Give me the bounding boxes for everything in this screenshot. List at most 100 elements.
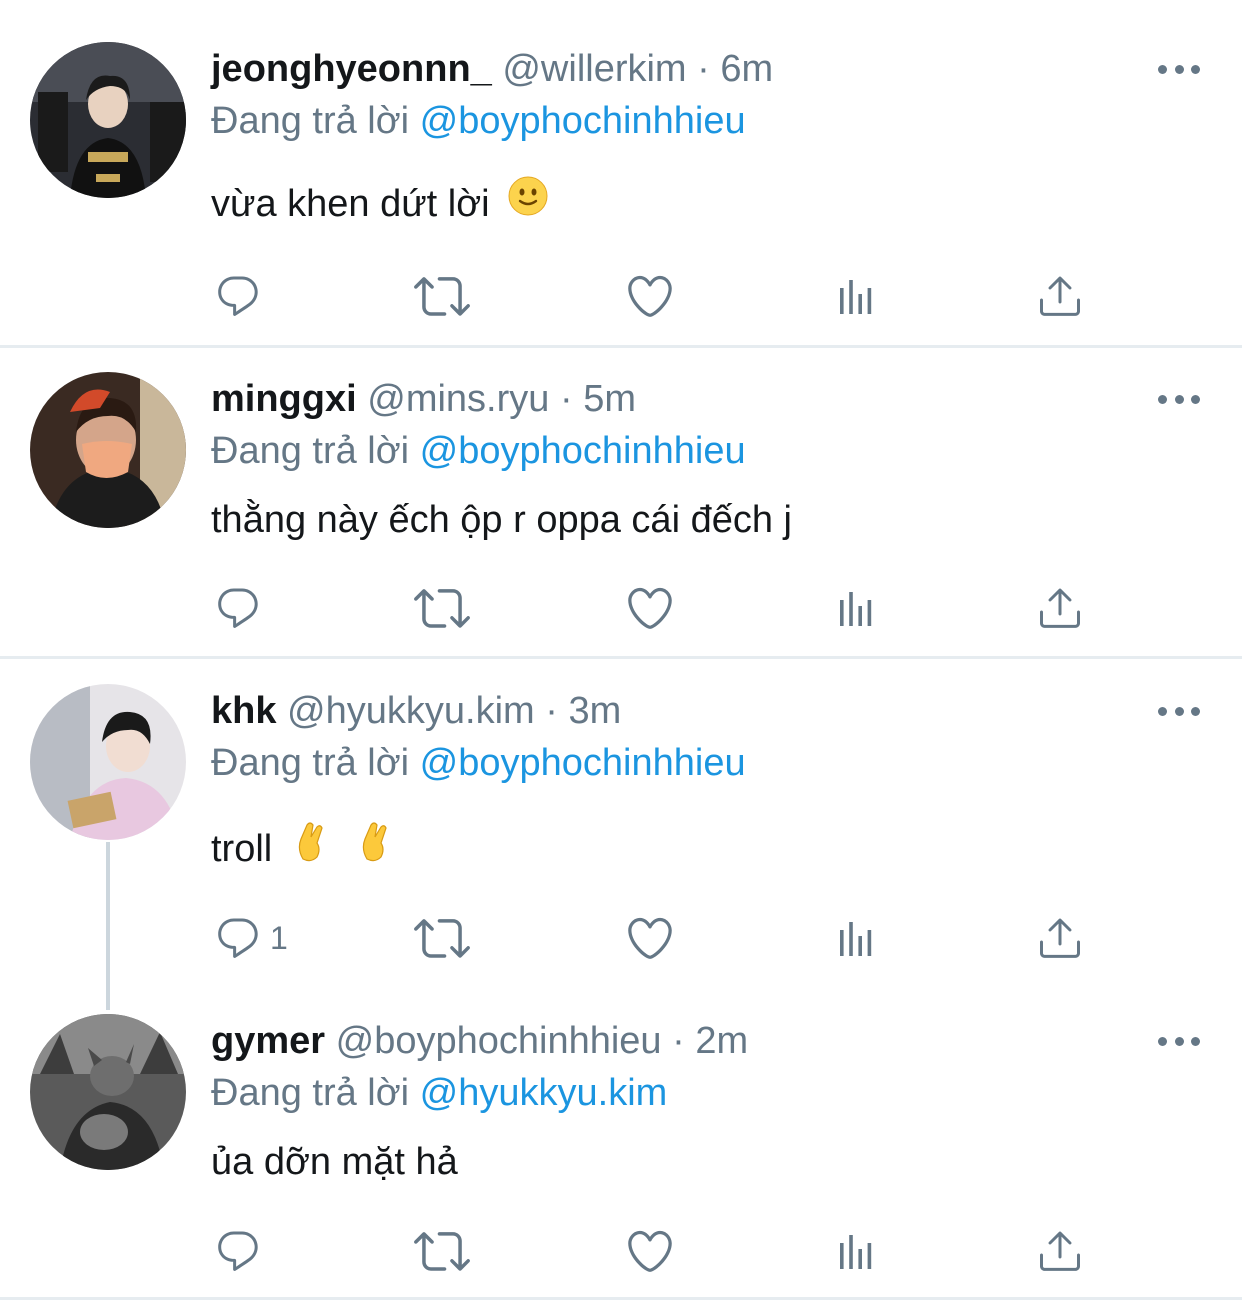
replying-prefix: Đang trả lời [211, 100, 410, 142]
mention-link[interactable]: @boyphochinhhieu [420, 742, 746, 784]
display-name[interactable]: jeonghyeonnn_ [211, 48, 492, 90]
more-icon[interactable] [1158, 63, 1200, 75]
share-icon [1036, 584, 1084, 632]
retweet-icon [414, 268, 470, 324]
heart-icon [624, 270, 676, 322]
tweet-actions [0, 580, 1242, 636]
avatar[interactable] [30, 42, 186, 198]
reply-count: 1 [270, 919, 288, 956]
mention-link[interactable]: @boyphochinhhieu [420, 430, 746, 472]
like-button[interactable] [624, 910, 676, 966]
tweet-header: khk @hyukkyu.kim · 3m [211, 688, 621, 734]
separator: · [545, 690, 558, 732]
tweet-text: vừa khen dứt lời [211, 176, 548, 232]
display-name[interactable]: gymer [211, 1020, 325, 1062]
more-icon[interactable] [1158, 393, 1200, 405]
retweet-button[interactable] [414, 910, 470, 966]
replying-prefix: Đang trả lời [211, 1072, 410, 1114]
share-button[interactable] [1036, 268, 1084, 324]
analytics-icon [832, 272, 880, 320]
retweet-button[interactable] [414, 268, 470, 324]
tweet-text: thằng này ếch ộp r oppa cái đếch j [211, 496, 792, 544]
replying-to: Đang trả lời @boyphochinhhieu [211, 98, 746, 144]
share-button[interactable] [1036, 910, 1084, 966]
reply-icon [214, 272, 262, 320]
display-name[interactable]: minggxi [211, 378, 357, 420]
avatar[interactable] [30, 1014, 186, 1170]
analytics-button[interactable] [832, 1223, 880, 1279]
tweet-header: jeonghyeonnn_ @willerkim · 6m [211, 46, 773, 92]
retweet-button[interactable] [414, 1223, 470, 1279]
like-button[interactable] [624, 1223, 676, 1279]
retweet-button[interactable] [414, 580, 470, 636]
replying-to: Đang trả lời @boyphochinhhieu [211, 740, 746, 786]
timestamp[interactable]: 2m [695, 1020, 748, 1062]
share-icon [1036, 272, 1084, 320]
tweet-text-content: vừa khen dứt lời [211, 183, 490, 226]
tweet[interactable]: gymer @boyphochinhhieu · 2m Đang trả lời… [0, 989, 1242, 1300]
like-button[interactable] [624, 580, 676, 636]
replying-prefix: Đang trả lời [211, 430, 410, 472]
tweet-actions [0, 1223, 1242, 1279]
tweet-text-content: troll [211, 828, 273, 871]
handle[interactable]: @hyukkyu.kim [287, 690, 535, 732]
analytics-button[interactable] [832, 580, 880, 636]
slightly-smiling-face-emoji [508, 176, 548, 228]
reply-icon [214, 584, 262, 632]
share-icon [1036, 914, 1084, 962]
analytics-icon [832, 914, 880, 962]
analytics-icon [832, 584, 880, 632]
more-icon[interactable] [1158, 705, 1200, 717]
timestamp[interactable]: 5m [583, 378, 636, 420]
tweet-header: gymer @boyphochinhhieu · 2m [211, 1018, 748, 1064]
heart-icon [624, 1225, 676, 1277]
reply-button[interactable]: 1 [214, 910, 288, 966]
tweet[interactable]: khk @hyukkyu.kim · 3m Đang trả lời @boyp… [0, 659, 1242, 989]
display-name[interactable]: khk [211, 690, 276, 732]
heart-icon [624, 912, 676, 964]
reply-button[interactable] [214, 1223, 270, 1279]
crossed-fingers-emoji [291, 819, 331, 875]
replying-to: Đang trả lời @hyukkyu.kim [211, 1070, 667, 1116]
separator: · [697, 48, 710, 90]
like-button[interactable] [624, 268, 676, 324]
retweet-icon [414, 910, 470, 966]
crossed-fingers-emoji [355, 819, 395, 875]
tweet-header: minggxi @mins.ryu · 5m [211, 376, 636, 422]
avatar[interactable] [30, 372, 186, 528]
analytics-button[interactable] [832, 910, 880, 966]
share-icon [1036, 1227, 1084, 1275]
handle[interactable]: @willerkim [502, 48, 686, 90]
mention-link[interactable]: @boyphochinhhieu [420, 100, 746, 142]
analytics-button[interactable] [832, 268, 880, 324]
timestamp[interactable]: 6m [720, 48, 773, 90]
separator: · [672, 1020, 685, 1062]
tweet[interactable]: jeonghyeonnn_ @willerkim · 6m Đang trả l… [0, 0, 1242, 345]
retweet-icon [414, 1223, 470, 1279]
reply-icon [214, 914, 262, 962]
share-button[interactable] [1036, 1223, 1084, 1279]
tweet[interactable]: minggxi @mins.ryu · 5m Đang trả lời @boy… [0, 348, 1242, 656]
heart-icon [624, 582, 676, 634]
tweet-actions: 1 [0, 910, 1242, 966]
avatar[interactable] [30, 684, 186, 840]
handle[interactable]: @boyphochinhhieu [336, 1020, 662, 1062]
share-button[interactable] [1036, 580, 1084, 636]
replying-prefix: Đang trả lời [211, 742, 410, 784]
tweet-text-content: thằng này ếch ộp r oppa cái đếch j [211, 499, 792, 541]
analytics-icon [832, 1227, 880, 1275]
replying-to: Đang trả lời @boyphochinhhieu [211, 428, 746, 474]
tweet-actions [0, 268, 1242, 324]
retweet-icon [414, 580, 470, 636]
mention-link[interactable]: @hyukkyu.kim [420, 1072, 668, 1114]
separator: · [559, 378, 573, 420]
handle[interactable]: @mins.ryu [367, 378, 549, 420]
tweet-text: troll [211, 822, 395, 879]
more-icon[interactable] [1158, 1035, 1200, 1047]
timestamp[interactable]: 3m [568, 690, 621, 732]
tweet-text: ủa dỡn mặt hả [211, 1138, 458, 1186]
reply-button[interactable] [214, 268, 270, 324]
tweet-text-content: ủa dỡn mặt hả [211, 1141, 458, 1183]
reply-icon [214, 1227, 262, 1275]
reply-button[interactable] [214, 580, 270, 636]
